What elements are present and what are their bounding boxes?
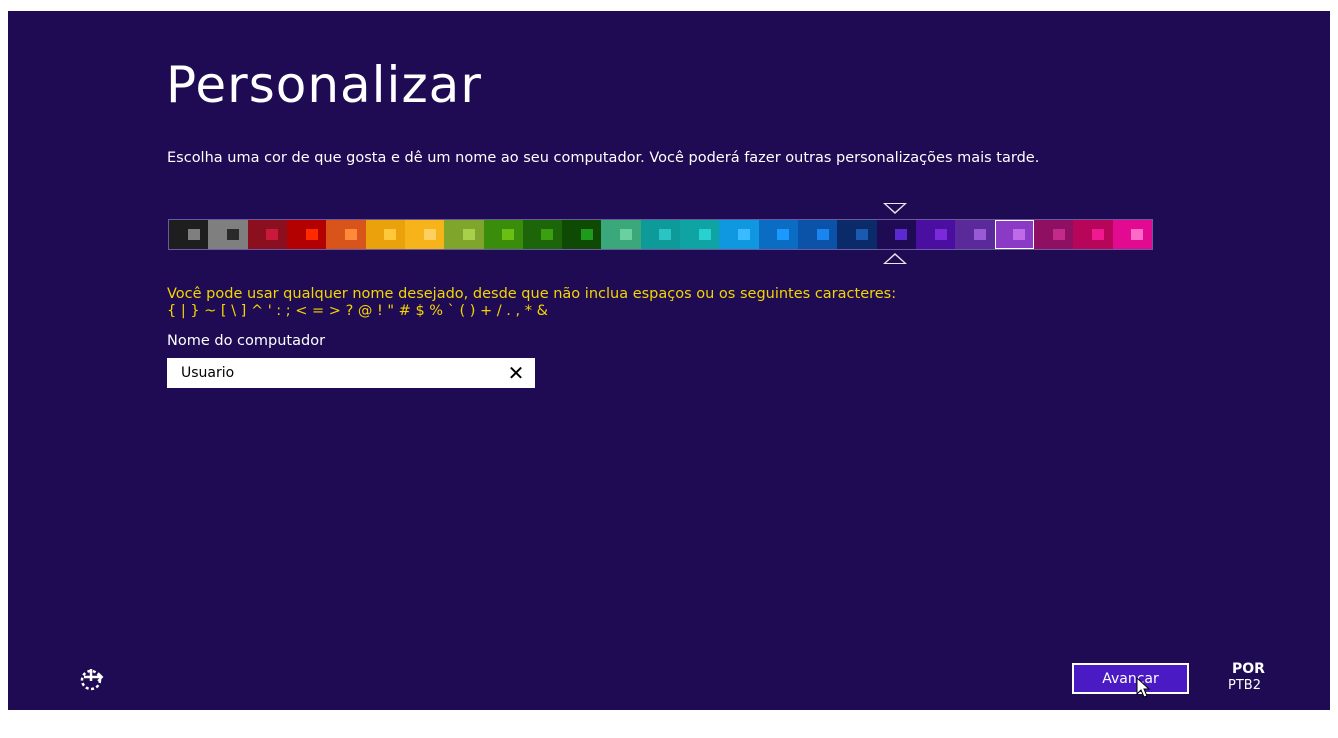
color-swatch-accent xyxy=(895,228,908,240)
color-swatch-accent xyxy=(344,228,357,240)
color-swatch-accent xyxy=(620,228,633,240)
selected-color-indicator-bottom xyxy=(883,253,907,264)
color-swatch-accent xyxy=(698,228,711,240)
color-swatch-22[interactable] xyxy=(994,220,1034,249)
color-swatch-accent xyxy=(934,228,947,240)
color-swatch-4[interactable] xyxy=(286,220,327,249)
color-swatch-accent xyxy=(580,228,593,240)
color-swatch-18[interactable] xyxy=(837,220,877,249)
color-swatch-accent xyxy=(1013,228,1026,240)
color-swatch-accent xyxy=(502,228,515,240)
color-swatch-23[interactable] xyxy=(1033,220,1074,249)
color-swatch-accent xyxy=(423,228,436,240)
color-swatch-7[interactable] xyxy=(404,220,445,249)
color-swatch-17[interactable] xyxy=(798,220,838,249)
color-palette xyxy=(168,219,1153,250)
color-swatch-15[interactable] xyxy=(719,220,759,249)
color-swatch-accent xyxy=(541,228,554,240)
color-swatch-1[interactable] xyxy=(169,220,209,249)
next-button[interactable]: Avançar xyxy=(1072,663,1189,694)
color-swatch-16[interactable] xyxy=(758,220,798,249)
color-swatch-24[interactable] xyxy=(1073,220,1113,249)
name-rules-forbidden-chars: { | } ~ [ \ ] ^ ' : ; < = > ? @ ! " # $ … xyxy=(167,303,548,319)
color-swatch-accent xyxy=(462,228,475,240)
color-swatch-21[interactable] xyxy=(955,220,995,249)
color-swatch-6[interactable] xyxy=(365,220,405,249)
page-description: Escolha uma cor de que gosta e dê um nom… xyxy=(167,150,1040,166)
color-swatch-25[interactable] xyxy=(1112,220,1152,249)
color-swatch-11[interactable] xyxy=(562,220,602,249)
color-swatch-2[interactable] xyxy=(208,220,248,249)
color-swatch-accent xyxy=(266,228,279,240)
color-swatch-12[interactable] xyxy=(601,220,641,249)
color-swatch-8[interactable] xyxy=(444,220,484,249)
color-swatch-accent xyxy=(659,228,672,240)
color-swatch-accent xyxy=(1131,228,1144,240)
language-code: POR xyxy=(1232,661,1265,677)
name-rules-line-1: Você pode usar qualquer nome desejado, d… xyxy=(167,286,897,302)
mouse-pointer-icon xyxy=(1136,677,1151,698)
computer-name-input[interactable] xyxy=(167,358,497,388)
color-swatch-accent xyxy=(384,228,397,240)
color-swatch-accent xyxy=(226,228,239,240)
color-swatch-3[interactable] xyxy=(247,220,287,249)
clear-input-icon[interactable]: ✕ xyxy=(505,362,527,384)
color-swatch-accent xyxy=(816,228,829,240)
color-swatch-accent xyxy=(855,228,868,240)
color-swatch-accent xyxy=(1091,228,1104,240)
computer-name-label: Nome do computador xyxy=(167,333,326,349)
keyboard-layout: PTB2 xyxy=(1228,678,1261,693)
name-rules-hint: Você pode usar qualquer nome desejado, d… xyxy=(167,286,896,320)
color-swatch-accent xyxy=(187,228,200,240)
color-swatch-9[interactable] xyxy=(483,220,523,249)
page-title: Personalizar xyxy=(166,56,482,114)
color-swatch-accent xyxy=(777,228,790,240)
color-swatch-19[interactable] xyxy=(876,220,916,249)
color-swatch-accent xyxy=(305,228,318,240)
computer-name-field: ✕ xyxy=(167,358,535,388)
color-swatch-14[interactable] xyxy=(680,220,720,249)
color-swatch-20[interactable] xyxy=(915,220,956,249)
color-swatch-accent xyxy=(973,228,986,240)
selected-color-indicator-top xyxy=(883,203,907,214)
oobe-personalize-screen: Personalizar Escolha uma cor de que gost… xyxy=(8,11,1330,710)
ease-of-access-icon[interactable] xyxy=(78,667,104,693)
color-swatch-5[interactable] xyxy=(326,220,366,249)
language-indicator[interactable]: POR PTB2 xyxy=(1228,661,1265,694)
color-swatch-accent xyxy=(1052,228,1065,240)
color-swatch-13[interactable] xyxy=(640,220,681,249)
color-swatch-accent xyxy=(738,228,751,240)
color-swatch-10[interactable] xyxy=(522,220,563,249)
